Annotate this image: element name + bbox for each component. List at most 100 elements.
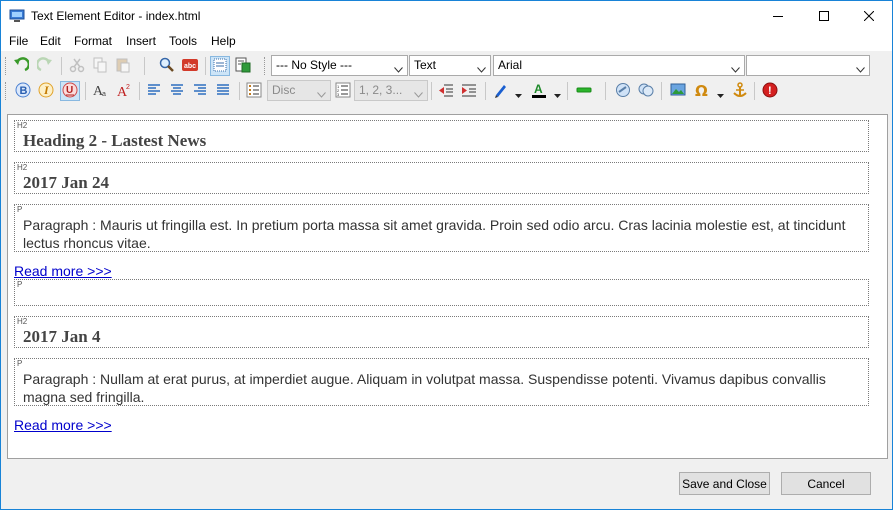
spellcheck-button[interactable]: abc xyxy=(180,56,200,76)
chevron-down-icon[interactable] xyxy=(554,87,561,98)
superscript-button[interactable]: A2 xyxy=(114,81,134,101)
justify-button[interactable] xyxy=(213,81,233,101)
numbering-style-select[interactable]: 1, 2, 3... xyxy=(354,80,428,101)
toolbar-grip[interactable] xyxy=(5,82,8,100)
outdent-button[interactable] xyxy=(436,81,456,101)
heading-text: 2017 Jan 4 xyxy=(23,327,101,346)
svg-text:U: U xyxy=(66,85,73,96)
highlight-color-button[interactable] xyxy=(491,81,511,101)
toolbar-separator xyxy=(567,82,568,100)
bullet-style-select[interactable]: Disc xyxy=(267,80,331,101)
maximize-button[interactable] xyxy=(801,1,847,31)
remove-link-button[interactable] xyxy=(636,81,656,101)
numbering-style-value: 1, 2, 3... xyxy=(359,83,403,97)
read-more-link[interactable]: Read more >>> xyxy=(14,263,112,279)
read-more-link[interactable]: Read more >>> xyxy=(14,417,112,433)
toolbar-row-1: abc --- No Style --- Text Arial xyxy=(1,54,892,78)
redo-icon xyxy=(35,56,53,76)
undo-button[interactable] xyxy=(11,56,31,76)
insert-symbol-button[interactable]: Ω xyxy=(692,81,712,101)
source-view-button[interactable] xyxy=(233,56,253,76)
font-family-select[interactable]: Arial xyxy=(493,55,745,76)
style-select[interactable]: --- No Style --- xyxy=(271,55,408,76)
menu-edit[interactable]: Edit xyxy=(40,34,61,48)
font-style-button[interactable]: Aa xyxy=(90,81,110,101)
save-and-close-button[interactable]: Save and Close xyxy=(679,472,770,495)
superscript-icon: A2 xyxy=(116,82,132,101)
block-tag-label: P xyxy=(17,205,23,214)
svg-text:abc: abc xyxy=(184,63,196,70)
font-size-select[interactable] xyxy=(746,55,870,76)
align-right-button[interactable] xyxy=(190,81,210,101)
unlink-icon xyxy=(638,82,654,101)
cancel-label: Cancel xyxy=(807,476,845,491)
font-style-icon: Aa xyxy=(92,82,108,101)
chevron-down-icon[interactable] xyxy=(515,87,522,98)
menu-bar: File Edit Format Insert Tools Help xyxy=(1,31,892,51)
svg-text:a: a xyxy=(102,91,106,98)
window-title: Text Element Editor - index.html xyxy=(31,9,201,23)
block-tag-label: P xyxy=(17,280,23,289)
svg-text:!: ! xyxy=(768,85,772,97)
toolbar-row-2: B I U Aa A2 Disc 1 2 3 1, 2, 3... A Ω ! xyxy=(1,79,892,103)
block-tag-label: H2 xyxy=(17,317,28,326)
horizontal-rule-button[interactable] xyxy=(574,81,594,101)
menu-tools[interactable]: Tools xyxy=(169,34,197,48)
toolbar-separator xyxy=(139,82,140,100)
svg-text:Ω: Ω xyxy=(695,82,708,98)
menu-file[interactable]: File xyxy=(9,34,28,48)
h2-block[interactable]: H2 2017 Jan 24 xyxy=(14,162,869,194)
align-right-icon xyxy=(193,83,207,100)
menu-help[interactable]: Help xyxy=(211,34,236,48)
svg-text:B: B xyxy=(20,85,28,97)
menu-insert[interactable]: Insert xyxy=(126,34,156,48)
find-button[interactable] xyxy=(157,56,177,76)
insert-link-button[interactable] xyxy=(613,81,633,101)
minimize-button[interactable] xyxy=(755,1,801,31)
close-button[interactable] xyxy=(846,1,892,31)
h2-block[interactable]: H2 2017 Jan 4 xyxy=(14,316,869,348)
toolbar-separator xyxy=(605,82,606,100)
copy-button[interactable] xyxy=(90,56,110,76)
bullet-list-icon xyxy=(246,82,262,101)
cancel-button[interactable]: Cancel xyxy=(781,472,871,495)
menu-format[interactable]: Format xyxy=(74,34,112,48)
underline-icon: U xyxy=(62,82,78,101)
paragraph-block[interactable]: P xyxy=(14,279,869,306)
insert-image-button[interactable] xyxy=(668,81,688,101)
toolbar-separator xyxy=(144,57,145,75)
show-blocks-button[interactable] xyxy=(210,56,230,76)
paragraph-block[interactable]: P Paragraph : Nullam at erat purus, at i… xyxy=(14,358,869,406)
font-color-button[interactable]: A xyxy=(529,81,549,101)
toolbar-separator xyxy=(661,82,662,100)
chevron-down-icon xyxy=(477,62,486,73)
cut-button[interactable] xyxy=(67,56,87,76)
chevron-down-icon[interactable] xyxy=(717,87,724,98)
indent-button[interactable] xyxy=(459,81,479,101)
element-type-select[interactable]: Text xyxy=(409,55,491,76)
editor-content-area[interactable]: H2 Heading 2 - Lastest News H2 2017 Jan … xyxy=(7,114,888,459)
heading-text: 2017 Jan 24 xyxy=(23,173,109,192)
close-icon xyxy=(864,11,874,21)
redo-button[interactable] xyxy=(35,56,55,76)
bold-button[interactable]: B xyxy=(13,81,33,101)
bullet-list-button[interactable] xyxy=(244,81,264,101)
underline-button[interactable]: U xyxy=(60,81,80,101)
help-button[interactable]: ! xyxy=(760,81,780,101)
toolbar-grip[interactable] xyxy=(264,57,267,75)
toolbar-grip[interactable] xyxy=(5,57,8,75)
paragraph-block[interactable]: P Paragraph : Mauris ut fringilla est. I… xyxy=(14,204,869,252)
source-view-icon xyxy=(235,57,251,76)
paste-button[interactable] xyxy=(113,56,133,76)
toolbar-area: abc --- No Style --- Text Arial B I U A … xyxy=(1,53,892,105)
omega-icon: Ω xyxy=(694,82,710,101)
numbered-list-button[interactable]: 123 xyxy=(333,81,353,101)
h2-block[interactable]: H2 Heading 2 - Lastest News xyxy=(14,120,869,152)
element-type-value: Text xyxy=(414,58,437,72)
align-center-button[interactable] xyxy=(167,81,187,101)
spellcheck-icon: abc xyxy=(182,57,198,76)
italic-button[interactable]: I xyxy=(36,81,56,101)
insert-anchor-button[interactable] xyxy=(730,81,750,101)
toolbar-separator xyxy=(85,82,86,100)
align-left-button[interactable] xyxy=(144,81,164,101)
